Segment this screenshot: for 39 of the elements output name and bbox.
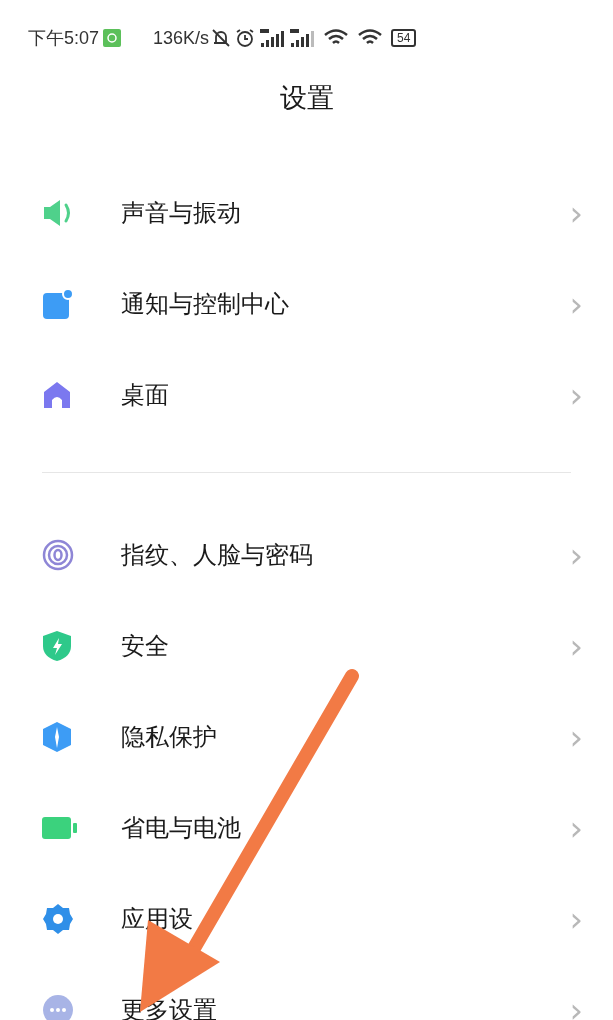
settings-item[interactable]: 省电与电池 › [0, 782, 613, 873]
mute-bell-icon [211, 28, 232, 48]
chevron-icon: › [569, 537, 583, 572]
network-speed: 136K/s [153, 26, 210, 50]
settings-item[interactable]: 指纹、人脸与密码 › [0, 509, 613, 600]
privacy-shield-icon [42, 720, 72, 753]
settings-item[interactable]: 桌面 › [0, 349, 613, 440]
fingerprint-icon [42, 538, 74, 571]
battery-indicator: 54 [391, 29, 417, 47]
page-title: 设置 [279, 81, 334, 115]
item-label: 声音与振动 [121, 197, 242, 228]
status-time: 下午5:07 [28, 26, 100, 50]
chevron-icon: › [569, 195, 583, 230]
home-icon [42, 379, 72, 410]
chevron-icon: › [569, 377, 583, 412]
settings-item[interactable]: 安全 › [0, 600, 613, 691]
settings-item[interactable]: 通知与控制中心 › [0, 258, 613, 349]
chevron-icon: › [569, 810, 583, 845]
alarm-icon [235, 28, 256, 48]
chevron-icon: › [569, 719, 583, 754]
chevron-icon: › [569, 992, 583, 1020]
item-label: 省电与电池 [121, 812, 242, 843]
chevron-icon: › [569, 901, 583, 936]
chevron-icon: › [569, 286, 583, 321]
signal-icon [289, 28, 316, 48]
item-label: 桌面 [121, 379, 170, 410]
chevron-icon: › [569, 628, 583, 663]
settings-item[interactable]: 隐私保护 › [0, 691, 613, 782]
item-label: 隐私保护 [121, 721, 218, 752]
gear-icon [42, 902, 74, 935]
settings-item[interactable]: 声音与振动 › [0, 167, 613, 258]
item-label: 指纹、人脸与密码 [121, 539, 314, 570]
item-label: 安全 [121, 630, 170, 661]
battery-icon [42, 815, 78, 840]
shield-icon [42, 629, 72, 662]
signal-icon [259, 28, 286, 48]
app-notification-icon [103, 29, 122, 47]
item-label: 通知与控制中心 [121, 288, 290, 319]
notification-icon [42, 287, 74, 320]
